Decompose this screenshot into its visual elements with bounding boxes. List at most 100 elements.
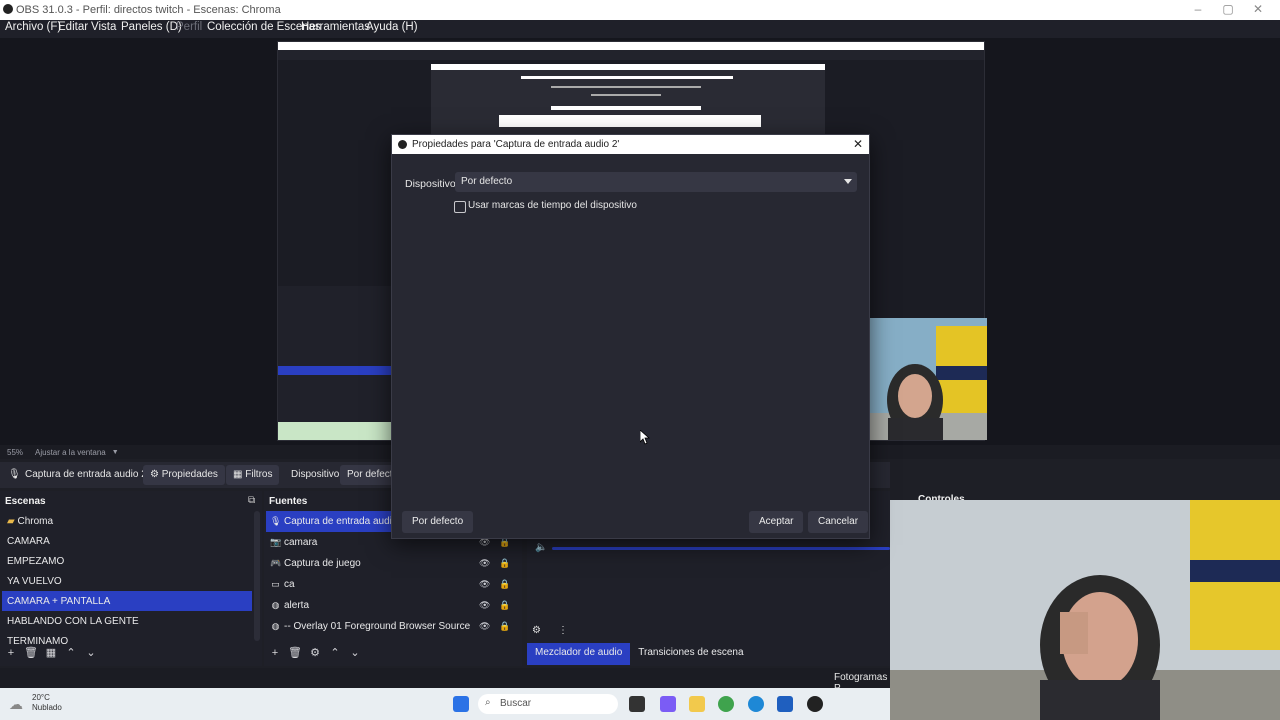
folder-icon: ▰ — [7, 516, 15, 527]
store-icon[interactable] — [777, 696, 793, 712]
filters-button[interactable]: ▦ Filtros — [226, 465, 280, 485]
file-explorer-icon[interactable] — [689, 696, 705, 712]
minimize-icon[interactable]: – — [1183, 2, 1213, 16]
microphone-icon: 🎙 — [8, 469, 21, 480]
gear-icon[interactable]: ⚙ — [532, 625, 541, 636]
obs-app-icon — [398, 140, 407, 149]
ok-button[interactable]: Aceptar — [749, 511, 804, 533]
source-label: camara — [284, 537, 318, 548]
window-titlebar: OBS 31.0.3 - Perfil: directos twitch - E… — [0, 0, 1280, 20]
use-device-timestamps-label[interactable]: Usar marcas de tiempo del dispositivo — [468, 200, 637, 211]
task-view-icon[interactable] — [629, 696, 645, 712]
lock-icon[interactable]: 🔒 — [499, 579, 510, 590]
chevron-down-icon — [844, 179, 852, 184]
windows-start-icon[interactable] — [453, 696, 469, 712]
chevron-up-icon[interactable]: ⌃ — [64, 646, 78, 660]
menu-bar: Archivo (F) Editar Vista Paneles (D) Per… — [0, 20, 1280, 38]
copilot-icon[interactable] — [660, 696, 676, 712]
context-source-name: Captura de entrada audio 2 — [25, 469, 147, 480]
menu-vista[interactable]: Vista — [91, 21, 116, 33]
source-item-ca[interactable]: ▭ ca 👁 🔒 — [266, 574, 518, 595]
fit-to-window-dropdown[interactable]: Ajustar a la ventana — [35, 448, 106, 457]
webcam-preview-small — [870, 318, 987, 440]
device-select[interactable]: Por defecto — [455, 172, 857, 192]
dialog-titlebar: Propiedades para 'Captura de entrada aud… — [392, 135, 869, 154]
scene-item-camara[interactable]: CAMARA — [2, 531, 252, 551]
scene-label: Chroma — [17, 516, 54, 527]
add-icon[interactable]: + — [268, 646, 282, 660]
monitor-icon: ▭ — [271, 579, 280, 589]
source-label: Captura de entrada audio 2 — [284, 516, 406, 527]
filter-icon: ▦ — [233, 469, 243, 480]
undock-icon[interactable]: ⧉ — [248, 495, 255, 506]
source-item-game-capture[interactable]: 🎮 Captura de juego 👁 🔒 — [266, 553, 518, 574]
trash-icon[interactable]: 🗑 — [288, 646, 302, 660]
properties-dialog: Propiedades para 'Captura de entrada aud… — [391, 134, 870, 539]
source-label: ca — [284, 579, 295, 590]
weather-temp: 20°C — [32, 693, 50, 702]
lock-icon[interactable]: 🔒 — [499, 600, 510, 611]
scene-item-hablando[interactable]: HABLANDO CON LA GENTE — [2, 611, 252, 631]
microphone-icon: 🎙 — [270, 516, 282, 526]
volume-slider[interactable] — [552, 547, 890, 550]
menu-editar[interactable]: Editar — [58, 21, 88, 33]
chevron-down-icon[interactable]: ▼ — [112, 449, 119, 456]
tab-audio-mixer[interactable]: Mezclador de audio — [527, 643, 631, 665]
menu-archivo[interactable]: Archivo (F) — [5, 21, 61, 33]
eye-icon[interactable]: 👁 — [479, 621, 490, 632]
menu-ayuda[interactable]: Ayuda (H) — [366, 21, 418, 33]
nested-scenes-panel — [278, 286, 392, 440]
weather-widget[interactable]: 20°C Nublado — [32, 693, 62, 713]
gear-icon: ⚙ — [150, 469, 159, 480]
gear-icon[interactable]: ⚙ — [308, 646, 322, 660]
menu-paneles[interactable]: Paneles (D) — [121, 21, 182, 33]
device-select-value: Por defecto — [461, 176, 513, 187]
status-bar: Fotogramas P — [0, 668, 890, 694]
cancel-button[interactable]: Cancelar — [808, 511, 869, 533]
properties-button[interactable]: ⚙ Propiedades — [143, 465, 225, 485]
lock-icon[interactable]: 🔒 — [499, 621, 510, 632]
search-placeholder: Buscar — [500, 698, 532, 709]
scenes-list: ▰ Chroma CAMARA EMPEZAMO YA VUELVO CAMAR… — [2, 511, 252, 651]
speaker-icon[interactable]: 🔈 — [535, 542, 547, 553]
defaults-button[interactable]: Por defecto — [402, 511, 474, 533]
close-icon[interactable]: ✕ — [853, 137, 863, 151]
scene-item-ya-vuelvo[interactable]: YA VUELVO — [2, 571, 252, 591]
nested-menubar — [278, 50, 984, 60]
scene-item-chroma[interactable]: ▰ Chroma — [2, 511, 252, 531]
eye-icon[interactable]: 👁 — [479, 558, 490, 569]
scenes-scrollbar[interactable] — [254, 511, 260, 641]
nested-titlebar — [278, 42, 984, 50]
add-icon[interactable]: + — [4, 646, 18, 660]
chevron-up-icon[interactable]: ⌃ — [328, 646, 342, 660]
scene-item-camara-pantalla[interactable]: CAMARA + PANTALLA — [2, 591, 252, 611]
use-device-timestamps-checkbox[interactable] — [454, 201, 466, 213]
lock-icon[interactable]: 🔒 — [499, 558, 510, 569]
chevron-down-icon[interactable]: ⌄ — [84, 646, 98, 660]
source-item-overlay[interactable]: ◍ -- Overlay 01 Foreground Browser Source… — [266, 616, 518, 637]
edge-icon[interactable] — [748, 696, 764, 712]
obs-taskbar-icon[interactable] — [807, 696, 823, 712]
nested-dialog-title — [499, 115, 761, 127]
more-options-icon[interactable]: ⋮ — [558, 625, 568, 636]
camera-icon: 📷 — [270, 537, 282, 547]
tab-scene-transitions[interactable]: Transiciones de escena — [630, 643, 751, 665]
menu-herramientas[interactable]: Herramientas — [301, 21, 370, 33]
taskbar-search[interactable]: ⌕ Buscar — [478, 694, 618, 714]
search-icon: ⌕ — [485, 697, 491, 708]
eye-icon[interactable]: 👁 — [479, 579, 490, 590]
weather-desc: Nublado — [32, 703, 62, 712]
eye-icon[interactable]: 👁 — [479, 600, 490, 611]
source-label: -- Overlay 01 Foreground Browser Source — [284, 621, 471, 632]
trash-icon[interactable]: 🗑 — [24, 646, 38, 660]
windows-taskbar: ☁ 20°C Nublado ⌕ Buscar — [0, 688, 890, 720]
mixer-tabs: Mezclador de audio Transiciones de escen… — [527, 643, 752, 665]
source-item-alerta[interactable]: ◍ alerta 👁 🔒 — [266, 595, 518, 616]
filter-icon[interactable]: ▦ — [44, 646, 58, 660]
scene-item-empezamo[interactable]: EMPEZAMO — [2, 551, 252, 571]
close-icon[interactable]: ✕ — [1243, 2, 1273, 16]
menu-perfil[interactable]: Perfil — [176, 21, 202, 33]
chevron-down-icon[interactable]: ⌄ — [348, 646, 362, 660]
maximize-icon[interactable]: ▢ — [1213, 2, 1243, 16]
chrome-icon[interactable] — [718, 696, 734, 712]
